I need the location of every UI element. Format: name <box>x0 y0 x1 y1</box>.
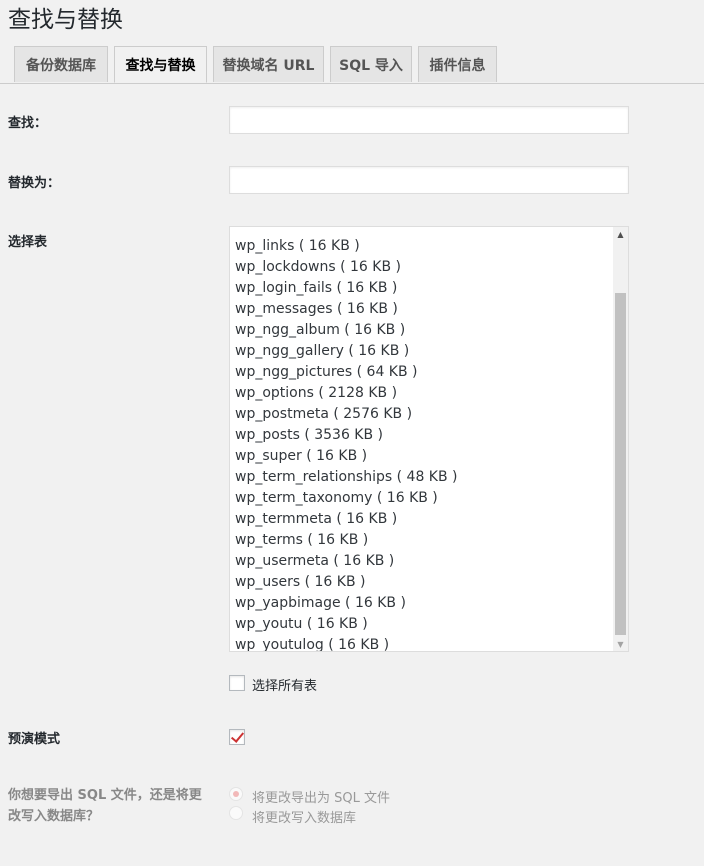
radio-write-database-label: 将更改写入数据库 <box>252 811 357 826</box>
tab-backup-database[interactable]: 备份数据库 <box>14 46 108 82</box>
table-option[interactable]: wp_usermeta ( 16 KB ) <box>234 551 612 572</box>
table-option[interactable]: wp_posts ( 3536 KB ) <box>234 425 612 446</box>
tab-sql-import[interactable]: SQL 导入 <box>330 46 412 82</box>
radio-export-sql-label: 将更改导出为 SQL 文件 <box>252 791 390 806</box>
page: 查找与替换 备份数据库 查找与替换 替换域名 URL SQL 导入 插件信息 查… <box>0 0 704 866</box>
table-option[interactable]: wp_ngg_pictures ( 64 KB ) <box>234 362 612 383</box>
find-input[interactable] <box>229 106 629 134</box>
tab-find-replace[interactable]: 查找与替换 <box>114 46 207 83</box>
replace-input[interactable] <box>229 166 629 194</box>
table-option[interactable]: wp_ngg_gallery ( 16 KB ) <box>234 341 612 362</box>
table-list: wp_links ( 16 KB ) wp_lockdowns ( 16 KB )… <box>234 229 612 651</box>
table-option[interactable]: wp_links ( 16 KB ) <box>234 236 612 257</box>
checkmark-icon <box>230 729 245 743</box>
tab-replace-domain-url[interactable]: 替换域名 URL <box>213 46 324 82</box>
dry-run-label: 预演模式 <box>8 732 61 747</box>
table-option[interactable]: wp_postmeta ( 2576 KB ) <box>234 404 612 425</box>
table-option[interactable]: wp_super ( 16 KB ) <box>234 446 612 467</box>
table-option[interactable]: wp_options ( 2128 KB ) <box>234 383 612 404</box>
list-item-partial <box>234 229 612 236</box>
radio-export-sql[interactable] <box>229 787 243 801</box>
table-option[interactable]: wp_ngg_album ( 16 KB ) <box>234 320 612 341</box>
find-label: 查找： <box>8 116 48 131</box>
dry-run-checkbox[interactable] <box>229 729 245 745</box>
tab-bar: 备份数据库 查找与替换 替换域名 URL SQL 导入 插件信息 <box>0 46 704 84</box>
radio-selected-dot-icon <box>233 791 239 797</box>
page-title: 查找与替换 <box>8 7 123 33</box>
tables-listbox[interactable]: wp_links ( 16 KB ) wp_lockdowns ( 16 KB )… <box>229 226 629 652</box>
select-tables-label: 选择表 <box>8 235 48 250</box>
table-option[interactable]: wp_lockdowns ( 16 KB ) <box>234 257 612 278</box>
scroll-down-arrow-icon[interactable]: ▼ <box>613 637 628 651</box>
radio-write-database[interactable] <box>229 806 243 820</box>
export-question-label: 你想要导出 SQL 文件，还是将更改写入数据库？ <box>8 788 202 824</box>
select-all-checkbox[interactable] <box>229 675 245 691</box>
table-option[interactable]: wp_youtu ( 16 KB ) <box>234 614 612 635</box>
scroll-thumb[interactable] <box>615 293 626 635</box>
table-option[interactable]: wp_termmeta ( 16 KB ) <box>234 509 612 530</box>
table-option[interactable]: wp_login_fails ( 16 KB ) <box>234 278 612 299</box>
table-option[interactable]: wp_terms ( 16 KB ) <box>234 530 612 551</box>
listbox-scrollbar[interactable]: ▲ ▼ <box>613 227 628 651</box>
table-option[interactable]: wp_messages ( 16 KB ) <box>234 299 612 320</box>
scroll-up-arrow-icon[interactable]: ▲ <box>613 227 628 241</box>
table-option[interactable]: wp_users ( 16 KB ) <box>234 572 612 593</box>
table-option[interactable]: wp_yapbimage ( 16 KB ) <box>234 593 612 614</box>
cutoff-row <box>8 858 13 866</box>
table-option[interactable]: wp_youtulog ( 16 KB ) <box>234 635 612 651</box>
tab-plugin-info[interactable]: 插件信息 <box>418 46 497 82</box>
select-all-label: 选择所有表 <box>252 679 318 694</box>
replace-label: 替换为： <box>8 176 61 191</box>
table-option[interactable]: wp_term_taxonomy ( 16 KB ) <box>234 488 612 509</box>
table-option[interactable]: wp_term_relationships ( 48 KB ) <box>234 467 612 488</box>
